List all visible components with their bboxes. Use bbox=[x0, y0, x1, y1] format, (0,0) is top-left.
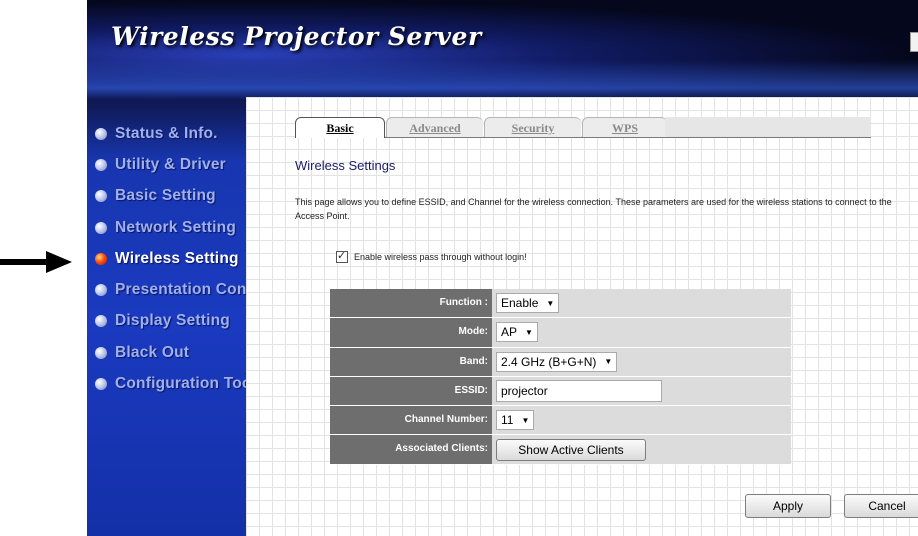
tab-basic[interactable]: Basic bbox=[295, 117, 385, 138]
bullet-icon bbox=[95, 315, 107, 328]
tab-wps[interactable]: WPS bbox=[582, 117, 667, 137]
tab-security[interactable]: Security bbox=[484, 117, 581, 137]
chevron-down-icon: ▼ bbox=[604, 357, 613, 367]
mode-label: Mode: bbox=[330, 318, 492, 347]
chevron-down-icon: ▼ bbox=[521, 415, 530, 425]
bullet-icon bbox=[95, 190, 107, 203]
sidebar-item-label: Basic Setting bbox=[115, 187, 216, 205]
bullet-icon bbox=[95, 158, 107, 171]
sidebar-item-label: Status & Info. bbox=[115, 124, 218, 142]
sidebar-item-display-setting[interactable]: Display Setting bbox=[95, 306, 245, 337]
apply-button[interactable]: Apply bbox=[745, 494, 831, 518]
sidebar-item-wireless-setting[interactable]: Wireless Setting bbox=[95, 243, 245, 274]
sidebar-item-label: Wireless Setting bbox=[115, 249, 239, 267]
sidebar-item-black-out[interactable]: Black Out bbox=[95, 337, 245, 368]
channel-row: Channel Number: 11 ▼ bbox=[330, 406, 791, 436]
sidebar-item-presentation-control[interactable]: Presentation Control bbox=[95, 274, 272, 305]
function-value: Enable bbox=[501, 296, 539, 311]
clients-label: Associated Clients: bbox=[330, 435, 492, 464]
passthrough-option: Enable wireless pass through without log… bbox=[336, 249, 527, 263]
page-description: This page allows you to define ESSID, an… bbox=[295, 197, 892, 221]
header-corner-button[interactable] bbox=[910, 32, 918, 52]
sidebar-item-status-info[interactable]: Status & Info. bbox=[95, 118, 245, 149]
mode-select[interactable]: AP ▼ bbox=[496, 322, 538, 343]
sidebar-item-label: Black Out bbox=[115, 343, 190, 361]
section-title: Wireless Settings bbox=[295, 158, 396, 173]
sidebar-item-label: Network Setting bbox=[115, 218, 236, 236]
channel-select[interactable]: 11 ▼ bbox=[496, 410, 535, 431]
sidebar-item-network-setting[interactable]: Network Setting bbox=[95, 212, 245, 243]
active-bullet-icon bbox=[95, 252, 107, 265]
channel-label: Channel Number: bbox=[330, 406, 492, 435]
function-select[interactable]: Enable ▼ bbox=[496, 293, 560, 314]
mode-row: Mode: AP ▼ bbox=[330, 318, 791, 348]
essid-row: ESSID: projector bbox=[330, 376, 791, 407]
app-title: Wireless Projector Server bbox=[111, 22, 482, 51]
pointer-arrow-icon bbox=[0, 251, 72, 273]
bullet-icon bbox=[95, 127, 107, 140]
sidebar-item-configuration-tools[interactable]: Configuration Tools bbox=[95, 368, 265, 399]
passthrough-checkbox[interactable] bbox=[336, 249, 348, 263]
essid-input[interactable]: projector bbox=[496, 380, 662, 403]
sidebar-item-label: Configuration Tools bbox=[115, 375, 265, 393]
function-label: Function : bbox=[330, 289, 492, 318]
bullet-icon bbox=[95, 378, 107, 391]
sidebar-nav: Status & Info. Utility & Driver Basic Se… bbox=[95, 118, 272, 400]
tab-bar-filler bbox=[665, 117, 871, 136]
passthrough-label: Enable wireless pass through without log… bbox=[354, 252, 527, 262]
wireless-settings-table: Function : Enable ▼ Mode: AP ▼ Band: 2.4… bbox=[330, 289, 791, 465]
chevron-down-icon: ▼ bbox=[525, 327, 533, 337]
header-swoosh bbox=[87, 60, 918, 100]
sidebar-item-utility-driver[interactable]: Utility & Driver bbox=[95, 149, 245, 180]
bullet-icon bbox=[95, 284, 107, 297]
sidebar-item-label: Display Setting bbox=[115, 312, 230, 330]
sidebar-item-label: Utility & Driver bbox=[115, 155, 226, 173]
band-select[interactable]: 2.4 GHz (B+G+N) ▼ bbox=[496, 351, 618, 372]
bullet-icon bbox=[95, 346, 107, 359]
essid-label: ESSID: bbox=[330, 376, 492, 406]
band-label: Band: bbox=[330, 347, 492, 376]
clients-row: Associated Clients: Show Active Clients bbox=[330, 435, 791, 465]
show-active-clients-button[interactable]: Show Active Clients bbox=[496, 438, 646, 461]
mode-value: AP bbox=[501, 325, 518, 340]
sidebar-item-basic-setting[interactable]: Basic Setting bbox=[95, 181, 245, 212]
band-value: 2.4 GHz (B+G+N) bbox=[501, 354, 597, 369]
band-row: Band: 2.4 GHz (B+G+N) ▼ bbox=[330, 347, 791, 377]
tab-bar: Basic Advanced Security WPS bbox=[295, 117, 871, 138]
cancel-button[interactable]: Cancel bbox=[844, 494, 918, 518]
chevron-down-icon: ▼ bbox=[546, 298, 555, 308]
tab-advanced[interactable]: Advanced bbox=[386, 117, 483, 137]
function-row: Function : Enable ▼ bbox=[330, 289, 791, 319]
channel-value: 11 bbox=[501, 413, 514, 428]
bullet-icon bbox=[95, 221, 107, 234]
